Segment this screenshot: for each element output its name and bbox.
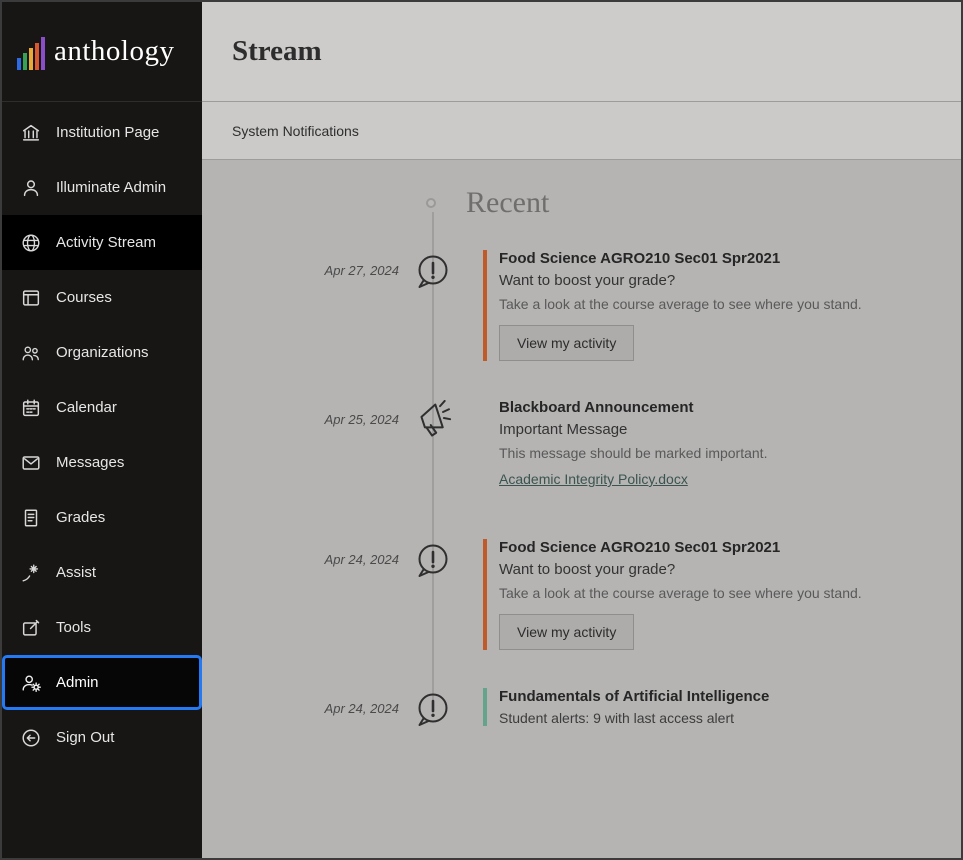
sidebar-item-courses[interactable]: Courses xyxy=(2,270,202,325)
sidebar-item-label: Illuminate Admin xyxy=(56,179,166,196)
stream-item-title: Blackboard Announcement xyxy=(499,399,767,416)
sidebar-item-label: Activity Stream xyxy=(56,234,156,251)
stream-item-body: Take a look at the course average to see… xyxy=(499,296,862,312)
courses-icon xyxy=(19,286,43,310)
institution-icon xyxy=(19,121,43,145)
stream-item-body: This message should be marked important. xyxy=(499,445,767,461)
stream-card: Blackboard Announcement Important Messag… xyxy=(483,399,767,489)
sidebar-item-label: Courses xyxy=(56,289,112,306)
sidebar-item-label: Institution Page xyxy=(56,124,159,141)
stream-card: Food Science AGRO210 Sec01 Spr2021 Want … xyxy=(483,539,862,650)
announcement-icon xyxy=(399,399,467,442)
alert-bubble-icon xyxy=(399,688,467,729)
globe-icon xyxy=(19,231,43,255)
stream-item-subtitle: Want to boost your grade? xyxy=(499,272,862,289)
calendar-icon xyxy=(19,396,43,420)
attachment-link[interactable]: Academic Integrity Policy.docx xyxy=(499,471,688,487)
stream-item-subtitle: Student alerts: 9 with last access alert xyxy=(499,710,769,726)
sidebar-item-label: Assist xyxy=(56,564,96,581)
sidebar-item-label: Sign Out xyxy=(56,729,114,746)
sidebar-item-institution-page[interactable]: Institution Page xyxy=(2,105,202,160)
main-panel: Stream System Notifications Recent Apr 2… xyxy=(202,2,961,858)
sidebar-item-admin[interactable]: Admin xyxy=(2,655,202,710)
person-icon xyxy=(19,176,43,200)
stream-card: Fundamentals of Artificial Intelligence … xyxy=(483,688,769,726)
sidebar-item-messages[interactable]: Messages xyxy=(2,435,202,490)
page-title: Stream xyxy=(232,35,322,68)
admin-person-gear-icon xyxy=(19,671,43,695)
sidebar-item-illuminate-admin[interactable]: Illuminate Admin xyxy=(2,160,202,215)
sidebar-item-label: Tools xyxy=(56,619,91,636)
stream-item-title: Fundamentals of Artificial Intelligence xyxy=(499,688,769,705)
stream-item-date: Apr 24, 2024 xyxy=(202,688,399,716)
sidebar-item-calendar[interactable]: Calendar xyxy=(2,380,202,435)
tools-pencil-icon xyxy=(19,616,43,640)
tab-bar: System Notifications xyxy=(202,102,961,160)
sidebar-item-label: Admin xyxy=(56,674,99,691)
stream-item-title: Food Science AGRO210 Sec01 Spr2021 xyxy=(499,250,862,267)
stream-item: Apr 24, 2024 Fundamentals of Artificial … xyxy=(202,688,961,729)
view-my-activity-button[interactable]: View my activity xyxy=(499,614,634,650)
sign-out-arrow-icon xyxy=(19,726,43,750)
sidebar: anthology Institution Page Illuminate Ad… xyxy=(2,2,202,858)
stream-item-date: Apr 27, 2024 xyxy=(202,250,399,278)
view-my-activity-button[interactable]: View my activity xyxy=(499,325,634,361)
grades-document-icon xyxy=(19,506,43,530)
sidebar-item-label: Calendar xyxy=(56,399,117,416)
assist-sparkle-icon xyxy=(19,561,43,585)
sidebar-item-label: Grades xyxy=(56,509,105,526)
sidebar-item-label: Messages xyxy=(56,454,124,471)
anthology-logo-text: anthology xyxy=(54,35,175,68)
stream-item-subtitle: Want to boost your grade? xyxy=(499,561,862,578)
organizations-icon xyxy=(19,341,43,365)
sidebar-item-activity-stream[interactable]: Activity Stream xyxy=(2,215,202,270)
page-header: Stream xyxy=(202,2,961,102)
stream-item: Apr 25, 2024 Blackboard Announcement Imp… xyxy=(202,399,961,489)
anthology-logo-icon xyxy=(17,34,45,70)
sidebar-item-organizations[interactable]: Organizations xyxy=(2,325,202,380)
recent-section-title: Recent xyxy=(466,186,961,220)
alert-bubble-icon xyxy=(399,250,467,291)
stream-item-title: Food Science AGRO210 Sec01 Spr2021 xyxy=(499,539,862,556)
anthology-logo[interactable]: anthology xyxy=(2,2,202,102)
timeline-start-dot xyxy=(426,198,436,208)
envelope-icon xyxy=(19,451,43,475)
alert-bubble-icon xyxy=(399,539,467,580)
sidebar-item-sign-out[interactable]: Sign Out xyxy=(2,710,202,765)
stream-item: Apr 24, 2024 Food Science AGRO210 Sec01 … xyxy=(202,539,961,650)
stream-content: Recent Apr 27, 2024 Food Science AGRO210… xyxy=(202,160,961,858)
stream-item: Apr 27, 2024 Food Science AGRO210 Sec01 … xyxy=(202,250,961,361)
stream-card: Food Science AGRO210 Sec01 Spr2021 Want … xyxy=(483,250,862,361)
stream-item-date: Apr 25, 2024 xyxy=(202,399,399,427)
stream-item-date: Apr 24, 2024 xyxy=(202,539,399,567)
sidebar-item-label: Organizations xyxy=(56,344,149,361)
sidebar-item-assist[interactable]: Assist xyxy=(2,545,202,600)
sidebar-nav: Institution Page Illuminate Admin Activi… xyxy=(2,102,202,765)
sidebar-item-grades[interactable]: Grades xyxy=(2,490,202,545)
app-window: anthology Institution Page Illuminate Ad… xyxy=(0,0,963,860)
sidebar-item-tools[interactable]: Tools xyxy=(2,600,202,655)
stream-item-subtitle: Important Message xyxy=(499,421,767,438)
tab-system-notifications[interactable]: System Notifications xyxy=(232,123,359,139)
stream-item-body: Take a look at the course average to see… xyxy=(499,585,862,601)
